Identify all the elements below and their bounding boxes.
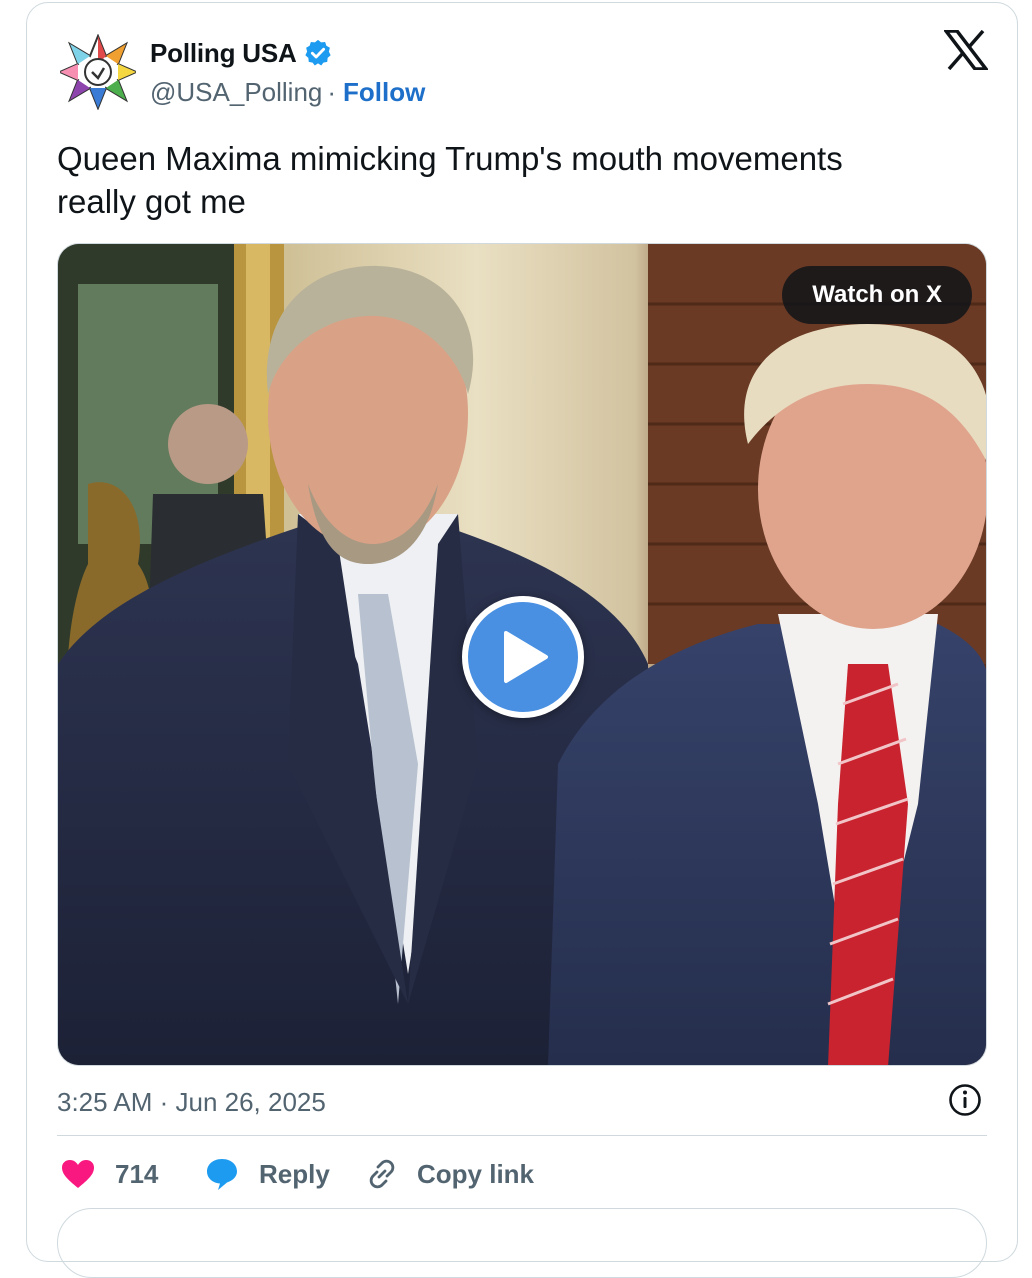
reply-button[interactable]: Reply xyxy=(205,1152,330,1196)
reply-bubble-icon xyxy=(207,1159,237,1190)
play-button[interactable] xyxy=(462,596,584,718)
x-logo-icon[interactable] xyxy=(944,30,988,70)
like-count: 714 xyxy=(115,1158,159,1189)
like-button[interactable]: 714 xyxy=(61,1152,158,1196)
reply-label: Reply xyxy=(259,1158,330,1189)
read-replies-button[interactable] xyxy=(57,1208,987,1278)
author-name[interactable]: Polling USA xyxy=(150,38,297,69)
video-thumbnail[interactable]: Watch on X xyxy=(57,243,987,1066)
verified-badge-icon xyxy=(304,39,331,66)
link-icon xyxy=(369,1159,395,1189)
embedded-tweet-card: Polling USA @USA_Polling · Follow Queen … xyxy=(26,2,1018,1278)
watch-on-x-button[interactable]: Watch on X xyxy=(782,266,972,324)
author-handle[interactable]: @USA_Polling xyxy=(150,77,322,108)
info-icon[interactable] xyxy=(947,1082,983,1118)
author-name-row: Polling USA xyxy=(150,36,333,70)
follow-button[interactable]: Follow xyxy=(343,77,425,108)
polling-usa-logo[interactable] xyxy=(60,34,136,110)
tweet-text: Queen Maxima mimicking Trump's mouth mov… xyxy=(57,137,977,223)
copy-link-button[interactable]: Copy link xyxy=(365,1152,534,1196)
footer-divider xyxy=(57,1135,987,1136)
tweet-timestamp[interactable]: 3:25 AM · Jun 26, 2025 xyxy=(57,1084,326,1120)
tweet-text-line-2: really got me xyxy=(57,183,246,220)
copy-link-label: Copy link xyxy=(417,1158,535,1189)
handle-row: @USA_Polling · Follow xyxy=(150,75,425,109)
play-icon xyxy=(504,631,548,683)
heart-icon xyxy=(62,1160,94,1188)
tweet-text-line-1: Queen Maxima mimicking Trump's mouth mov… xyxy=(57,140,843,177)
separator-dot: · xyxy=(327,76,337,107)
